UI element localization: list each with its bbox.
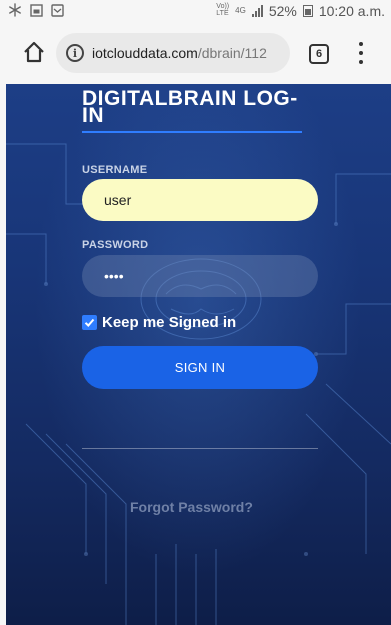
forgot-password-link[interactable]: Forgot Password? — [130, 499, 253, 515]
battery-percent: 52% — [268, 3, 297, 19]
password-input[interactable] — [82, 255, 318, 297]
info-icon[interactable]: i — [66, 44, 84, 62]
username-input[interactable] — [82, 179, 318, 221]
password-label: PASSWORD — [82, 239, 149, 251]
network-type: 4G — [235, 5, 246, 15]
address-bar[interactable]: i iotclouddata.com/dbrain/112 — [56, 33, 290, 73]
remember-me-label: Keep me Signed in — [102, 314, 237, 331]
login-page: DIGITALBRAIN LOG-IN USERNAME PASSWORD Ke… — [6, 84, 391, 625]
sign-in-button[interactable]: SIGN IN — [82, 346, 318, 389]
home-button[interactable] — [22, 40, 46, 64]
signal-icon — [251, 5, 263, 17]
status-right: Vo)) LTE 4G 52% 10:20 a.m. — [216, 3, 385, 19]
home-icon — [24, 41, 44, 63]
remember-me-row[interactable]: Keep me Signed in — [82, 314, 236, 331]
gallery-icon — [30, 3, 43, 20]
snowflake-icon — [8, 3, 22, 20]
title-underline — [82, 131, 302, 133]
overflow-menu-icon[interactable] — [358, 42, 364, 64]
tab-switcher-button[interactable]: 6 — [309, 44, 329, 64]
checkmark-icon — [84, 318, 95, 327]
clock: 10:20 a.m. — [318, 3, 385, 19]
volte-indicator: Vo)) LTE — [216, 3, 230, 17]
page-title: DIGITALBRAIN LOG-IN — [82, 87, 298, 127]
url-path: /dbrain/112 — [197, 45, 267, 61]
username-label: USERNAME — [82, 164, 148, 176]
url-host: iotclouddata.com — [92, 45, 198, 61]
notification-icon — [51, 3, 64, 20]
status-bar: Vo)) LTE 4G 52% 10:20 a.m. — [0, 0, 391, 24]
remember-me-checkbox[interactable] — [82, 315, 97, 330]
status-left-icons — [8, 3, 64, 20]
divider — [82, 448, 318, 449]
browser-toolbar: i iotclouddata.com/dbrain/112 6 — [0, 24, 391, 84]
battery-icon — [302, 5, 313, 17]
